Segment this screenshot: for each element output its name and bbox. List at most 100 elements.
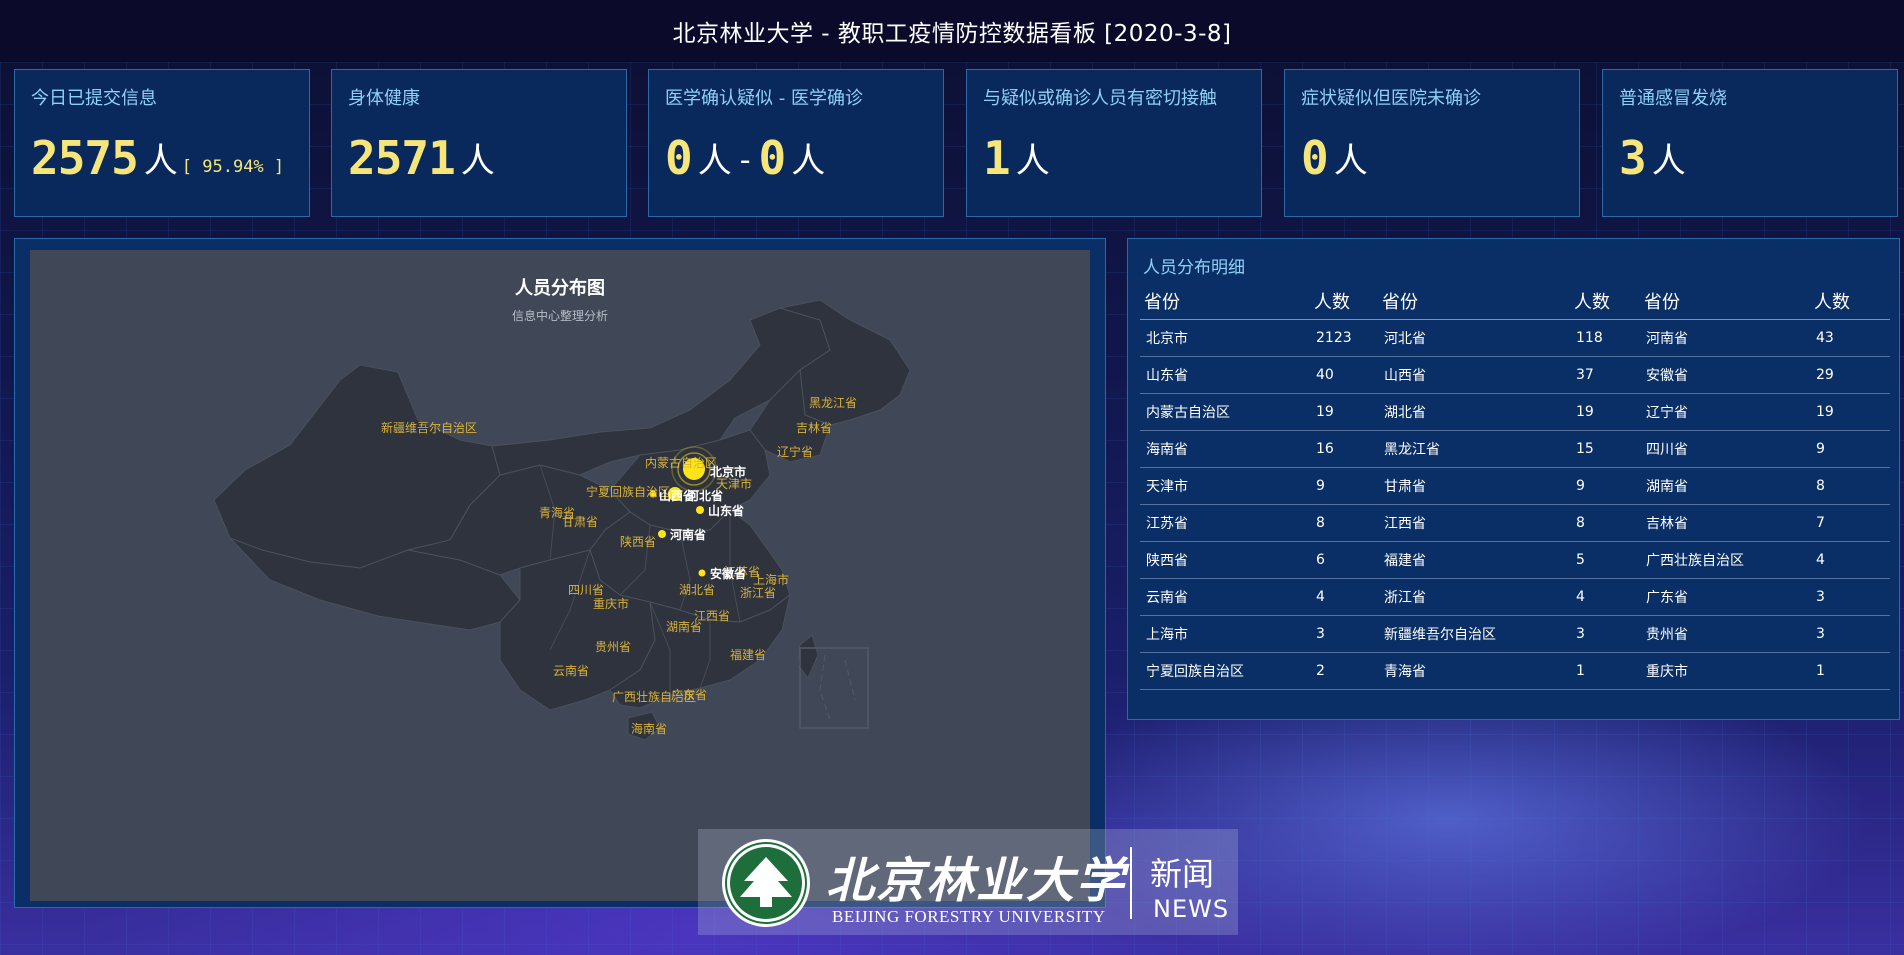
stat-card-healthy: 身体健康 2571 人 — [331, 69, 627, 217]
logo-news-cn: 新闻 — [1150, 855, 1215, 893]
stat-separator: - — [739, 143, 751, 178]
cell-count: 9 — [1810, 430, 1890, 468]
cell-province: 广东省 — [1640, 578, 1810, 616]
table-row: 云南省 4 浙江省 4 广东省 3 — [1140, 578, 1890, 616]
cell-count: 8 — [1570, 504, 1640, 542]
label-jilin: 吉林省 — [796, 421, 832, 435]
column-header-province: 省份 — [1140, 283, 1310, 320]
logo-name-en: BEIJING FORESTRY UNIVERSITY — [832, 907, 1106, 926]
region-taiwan[interactable] — [797, 634, 819, 679]
table-row: 山东省 40 山西省 37 安徽省 29 — [1140, 356, 1890, 394]
label-xinjiang: 新疆维吾尔自治区 — [381, 420, 477, 435]
cell-count: 4 — [1810, 541, 1890, 579]
stat-value-group: 1 人 — [983, 132, 1050, 184]
cell-count: 8 — [1810, 467, 1890, 505]
table-row: 内蒙古自治区 19 湖北省 19 辽宁省 19 — [1140, 393, 1890, 431]
cell-province: 海南省 — [1140, 430, 1310, 468]
distribution-table: 省份 人数 省份 人数 省份 人数 北京市 2123 河北省 118 河南省 43 山… — [1140, 283, 1890, 690]
table-row: 天津市 9 甘肃省 9 湖南省 8 — [1140, 467, 1890, 505]
cell-count: 29 — [1810, 356, 1890, 394]
cell-province: 天津市 — [1140, 467, 1310, 505]
cell-province: 江苏省 — [1140, 504, 1310, 542]
column-header-province: 省份 — [1640, 283, 1810, 320]
cell-province: 福建省 — [1378, 541, 1570, 579]
label-shanxi: 山西省 — [659, 488, 695, 503]
column-header-province: 省份 — [1378, 283, 1570, 320]
column-header-count: 人数 — [1570, 283, 1640, 320]
cell-province: 宁夏回族自治区 — [1140, 652, 1310, 690]
label-shandong: 山东省 — [708, 503, 744, 518]
stat-value: 2575 — [31, 131, 139, 185]
cell-province: 广西壮族自治区 — [1640, 541, 1810, 579]
cell-province: 青海省 — [1378, 652, 1570, 690]
label-anhui: 安徽省 — [710, 566, 746, 581]
cell-count: 2123 — [1310, 319, 1378, 357]
distribution-map-panel: 新疆维吾尔自治区 黑龙江省 吉林省 辽宁省 内蒙古自治区 天津市 宁夏回族自治区… — [14, 238, 1106, 908]
stat-unit: 人 — [791, 141, 826, 181]
bubble-henan[interactable] — [658, 530, 666, 538]
table-row: 上海市 3 新疆维吾尔自治区 3 贵州省 3 — [1140, 615, 1890, 653]
map-subtitle: 信息中心整理分析 — [511, 309, 608, 323]
label-shaanxi: 陕西省 — [620, 534, 656, 549]
cell-province: 辽宁省 — [1640, 393, 1810, 431]
cell-province: 河南省 — [1640, 319, 1810, 357]
cell-count: 19 — [1570, 393, 1640, 431]
label-beijing: 北京市 — [710, 464, 746, 479]
map-title: 人员分布图 — [515, 278, 605, 299]
cell-province: 新疆维吾尔自治区 — [1378, 615, 1570, 653]
label-hubei: 湖北省 — [679, 582, 715, 597]
cell-province: 北京市 — [1140, 319, 1310, 357]
cell-count: 19 — [1810, 393, 1890, 431]
stat-card-symptoms-unconfirmed: 症状疑似但医院未确诊 0 人 — [1284, 69, 1580, 217]
label-zhejiang: 浙江省 — [740, 586, 776, 600]
cell-count: 2 — [1310, 652, 1378, 690]
cell-count: 4 — [1310, 578, 1378, 616]
cell-count: 9 — [1310, 467, 1378, 505]
cell-province: 陕西省 — [1140, 541, 1310, 579]
cell-province: 内蒙古自治区 — [1140, 393, 1310, 431]
cell-count: 3 — [1570, 615, 1640, 653]
label-liaoning: 辽宁省 — [777, 444, 813, 459]
stat-value: 3 — [1619, 131, 1647, 185]
page-title-bar: 北京林业大学 - 教职工疫情防控数据看板 [2020-3-8] — [0, 0, 1904, 62]
stat-value-group: 2571 人 — [348, 132, 495, 184]
cell-count: 1 — [1570, 652, 1640, 690]
university-seal-icon — [722, 839, 810, 927]
label-chongqing: 重庆市 — [593, 596, 629, 611]
cell-province: 湖南省 — [1640, 467, 1810, 505]
table-row: 北京市 2123 河北省 118 河南省 43 — [1140, 319, 1890, 357]
logo-name-cn: 北京林业大学 — [826, 853, 1127, 909]
label-fujian: 福建省 — [730, 647, 766, 662]
stat-value-group: 2575 人 [ 95.94% ] — [31, 132, 284, 184]
distribution-table-panel: 人员分布明细 省份 人数 省份 人数 省份 人数 北京市 2123 河北省 118 … — [1127, 238, 1900, 720]
stat-unit: 人 — [697, 141, 732, 181]
stat-card-close-contact: 与疑似或确诊人员有密切接触 1 人 — [966, 69, 1262, 217]
cell-count: 3 — [1810, 578, 1890, 616]
stat-label: 今日已提交信息 — [31, 88, 157, 109]
china-map-svg: 新疆维吾尔自治区 黑龙江省 吉林省 辽宁省 内蒙古自治区 天津市 宁夏回族自治区… — [213, 299, 911, 741]
cell-province: 重庆市 — [1640, 652, 1810, 690]
label-hainan: 海南省 — [631, 721, 667, 736]
stat-value: 0 — [1301, 131, 1329, 185]
stat-unit: 人 — [1015, 141, 1050, 181]
stat-card-suspected-confirmed: 医学确认疑似 - 医学确诊 0 人 - 0 人 — [648, 69, 944, 217]
cell-count: 40 — [1310, 356, 1378, 394]
cell-province: 贵州省 — [1640, 615, 1810, 653]
bubble-shandong[interactable] — [696, 506, 704, 514]
label-henan: 河南省 — [669, 527, 706, 542]
cell-count: 3 — [1810, 615, 1890, 653]
label-hunan: 湖南省 — [666, 619, 702, 634]
stat-percentage: [ 95.94% ] — [181, 157, 285, 177]
bubble-anhui[interactable] — [698, 569, 706, 577]
logo-news-en: NEWS — [1153, 895, 1230, 923]
table-row: 海南省 16 黑龙江省 15 四川省 9 — [1140, 430, 1890, 468]
cell-count: 3 — [1310, 615, 1378, 653]
stat-card-cold-fever: 普通感冒发烧 3 人 — [1602, 69, 1898, 217]
cell-province: 山东省 — [1140, 356, 1310, 394]
stat-value: 1 — [983, 131, 1011, 185]
cell-count: 37 — [1570, 356, 1640, 394]
cell-count: 7 — [1810, 504, 1890, 542]
cell-province: 河北省 — [1378, 319, 1570, 357]
label-gansu: 甘肃省 — [562, 515, 598, 529]
label-neimenggu: 内蒙古自治区 — [645, 455, 717, 470]
